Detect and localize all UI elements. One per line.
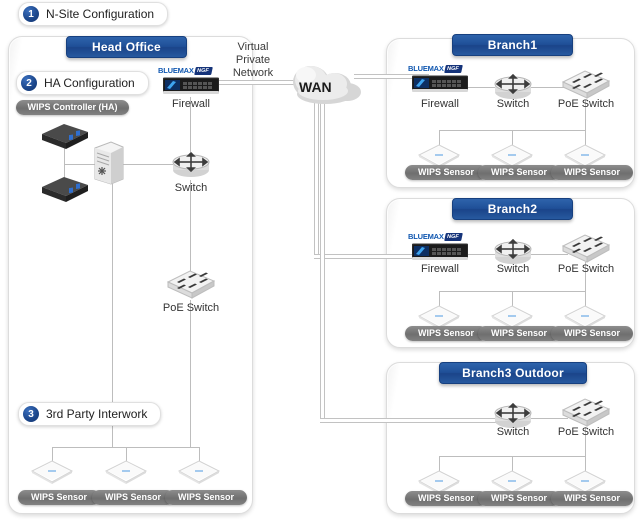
label-poe-switch-branch2: PoE Switch [557,263,615,275]
label-wips-sensor-b3-3: WIPS Sensor [551,491,633,506]
header-branch3: Branch3 Outdoor [439,362,587,384]
label-virtual-private-network: Virtual Private Network [222,41,284,80]
label-poe-switch-head-office: PoE Switch [162,302,220,314]
header-branch2: Branch2 [452,198,573,220]
label-wan: WAN [299,79,332,95]
label-wips-sensor-b1-3: WIPS Sensor [551,165,633,180]
label-switch-branch3: Switch [496,426,530,438]
wips-sensor-ho-3-icon [176,458,222,491]
switch-head-office-icon [171,151,211,185]
bluemax-logo-branch1: BLUEMAX NGF [408,64,463,73]
bluemax-logo-tag-b1: NGF [443,64,463,73]
wips-sensor-ho-1-icon [29,458,75,491]
wips-controller-appliance-1-icon [38,122,92,157]
label-wips-sensor-b2-2: WIPS Sensor [478,326,560,341]
label-wips-controller-ha: WIPS Controller (HA) [16,100,129,115]
label-firewall-branch2: Firewall [421,263,459,275]
label-switch-branch1: Switch [496,98,530,110]
label-switch-head-office: Switch [174,182,208,194]
callout-n-site-configuration: 1 N-Site Configuration [18,2,169,26]
label-wips-sensor-b2-1: WIPS Sensor [405,326,487,341]
label-firewall-head-office: Firewall [172,98,210,110]
link-ho-server-switch [118,164,176,165]
callout-label-3: 3rd Party Interwork [46,407,148,421]
bluemax-logo-text-ho: BLUEMAX [158,66,194,75]
label-wips-sensor-ho-3: WIPS Sensor [165,490,247,505]
callout-label-1: N-Site Configuration [46,7,155,21]
callout-3rd-party-interwork: 3 3rd Party Interwork [18,402,162,426]
link-ho-poe-sensorbus [190,300,191,448]
label-wips-sensor-b2-3: WIPS Sensor [551,326,633,341]
callout-badge-1: 1 [23,6,39,22]
header-head-office: Head Office [66,36,187,58]
label-switch-branch2: Switch [496,263,530,275]
label-wips-sensor-ho-2: WIPS Sensor [92,490,174,505]
label-poe-switch-branch1: PoE Switch [557,98,615,110]
firewall-appliance-branch1-icon [411,74,469,99]
bluemax-logo-text-b1: BLUEMAX [408,64,444,73]
vpn-line-2: Private [235,54,271,66]
bluemax-logo-text-b2: BLUEMAX [408,232,444,241]
network-diagram: 1 N-Site Configuration Head Office 2 HA … [0,0,641,520]
label-wips-sensor-b1-2: WIPS Sensor [478,165,560,180]
vpn-line-3: Network [232,67,274,79]
callout-label-2: HA Configuration [44,76,135,90]
callout-ha-configuration: 2 HA Configuration [16,71,149,95]
poe-switch-head-office-icon [164,268,218,305]
label-poe-switch-branch3: PoE Switch [557,426,615,438]
server-tower-icon [93,140,125,193]
bluemax-logo-tag-ho: NGF [193,66,213,75]
label-wips-sensor-b3-1: WIPS Sensor [405,491,487,506]
header-branch1: Branch1 [452,34,573,56]
wips-sensor-ho-2-icon [103,458,149,491]
trunk-wan-branch3-vertical [320,90,325,421]
callout-badge-3: 3 [23,406,39,422]
trunk-wan-branch2-vertical [314,90,319,257]
label-wips-sensor-b1-1: WIPS Sensor [405,165,487,180]
bluemax-logo-tag-b2: NGF [443,232,463,241]
vpn-line-1: Virtual [237,41,269,53]
bluemax-logo-head-office: BLUEMAX NGF [158,66,213,75]
label-wips-sensor-b3-2: WIPS Sensor [478,491,560,506]
label-firewall-branch1: Firewall [421,98,459,110]
label-wips-sensor-ho-1: WIPS Sensor [18,490,100,505]
callout-badge-2: 2 [21,75,37,91]
wips-controller-appliance-2-icon [38,175,92,210]
bluemax-logo-branch2: BLUEMAX NGF [408,232,463,241]
link-wan-branch3 [320,418,501,423]
